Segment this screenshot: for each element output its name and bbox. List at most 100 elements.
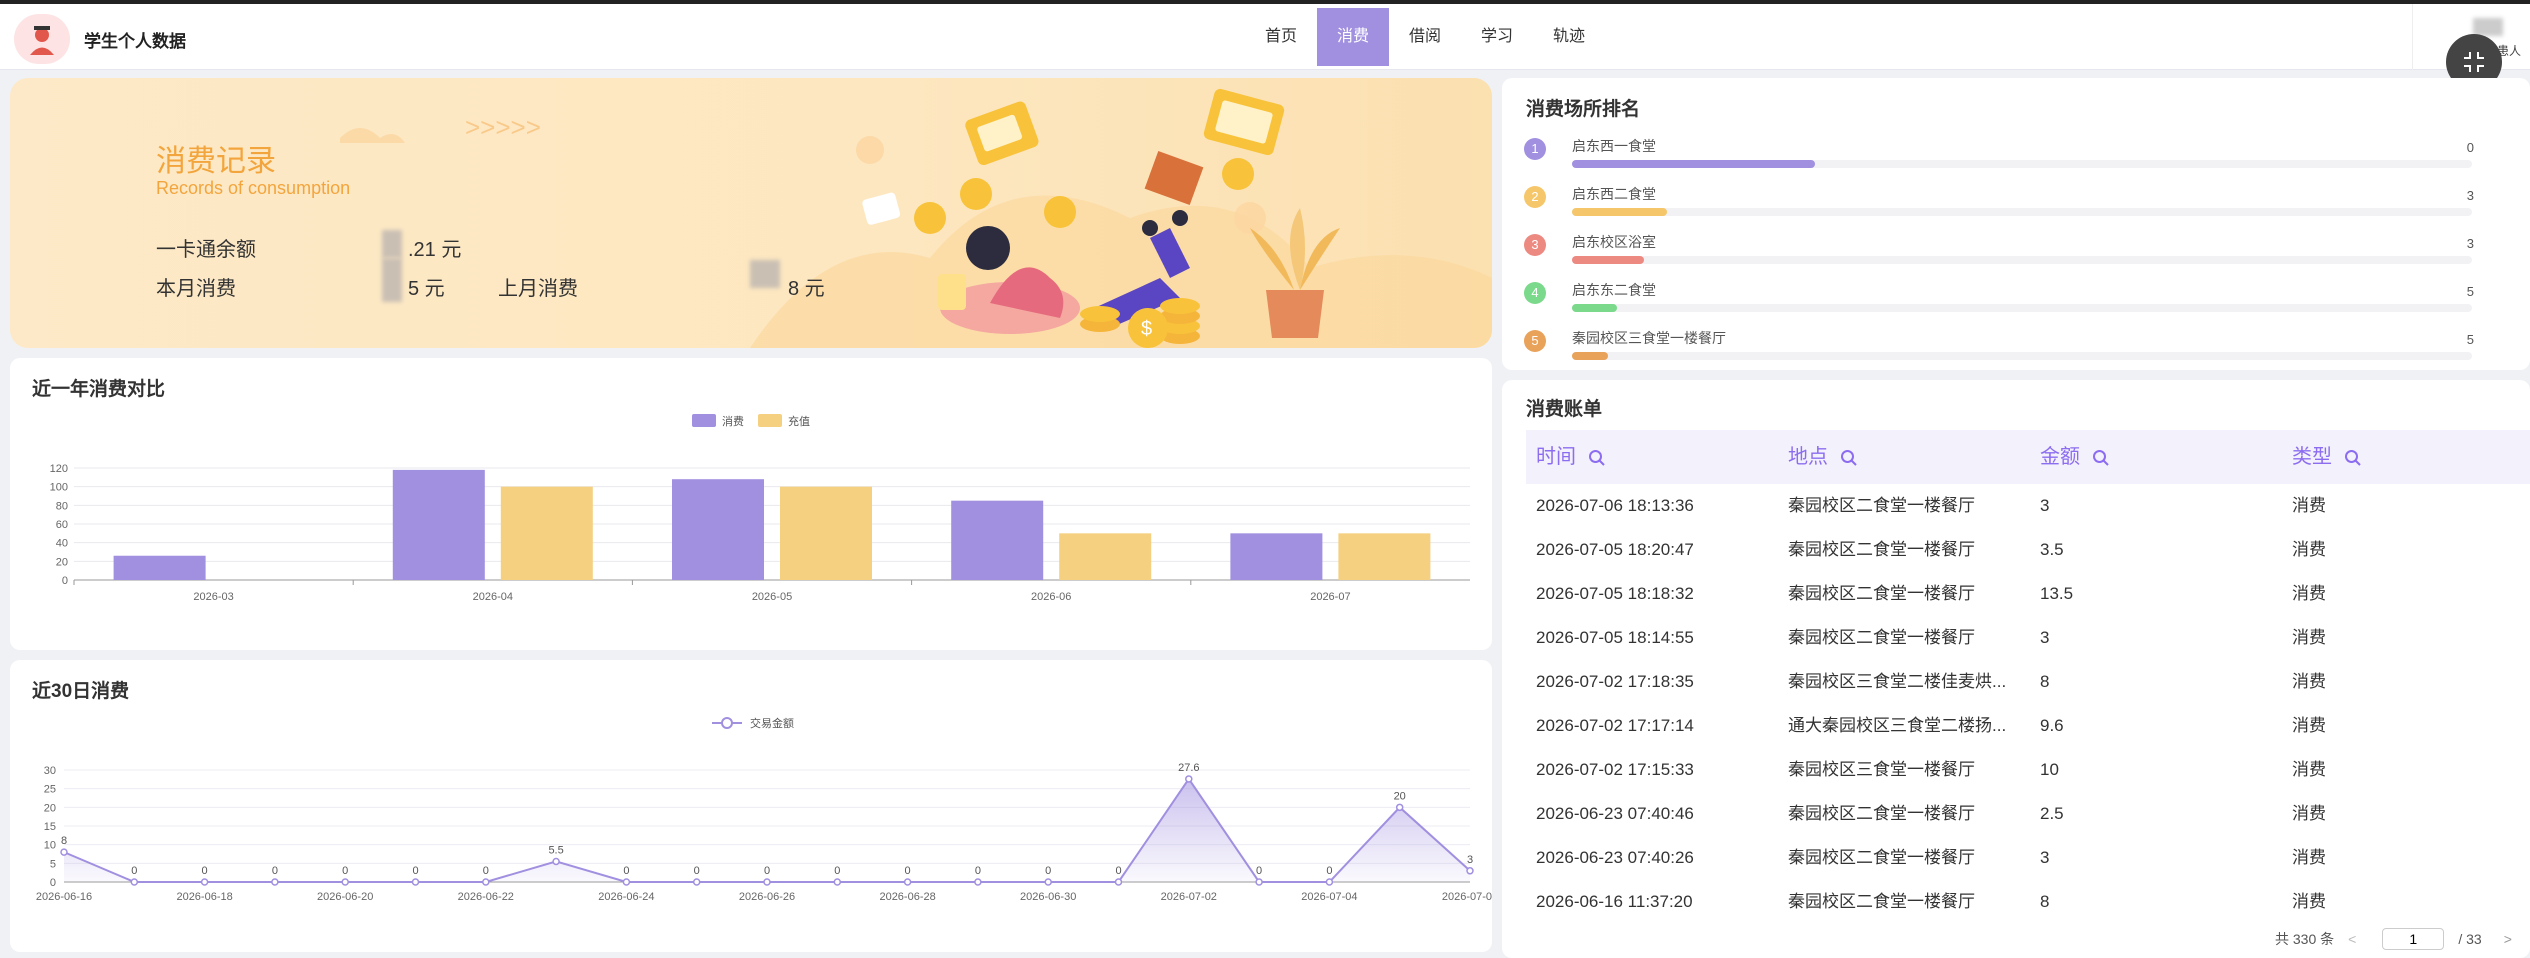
nav-item-2[interactable]: 借阅: [1389, 8, 1461, 66]
nav-item-4[interactable]: 轨迹: [1533, 8, 1605, 66]
data-point[interactable]: [341, 878, 349, 886]
data-point[interactable]: [200, 878, 209, 886]
table-row[interactable]: 2026-06-16 11:37:20 秦园校区二食堂一楼餐厅 8 消费: [1526, 880, 2526, 924]
column-header[interactable]: 金额: [2040, 430, 2110, 484]
column-label: 类型: [2292, 446, 2332, 468]
row-type: 消费: [2292, 848, 2326, 867]
data-point[interactable]: [60, 848, 68, 856]
y-tick-label: 120: [50, 463, 68, 475]
this-month-mask: [382, 258, 402, 302]
data-label: 3: [1467, 854, 1473, 866]
bar[interactable]: [1338, 533, 1431, 580]
main-nav: 首页 消费 借阅 学习 轨迹: [1245, 8, 1605, 66]
table-row[interactable]: 2026-07-05 18:14:55 秦园校区二食堂一楼餐厅 3 消费: [1526, 616, 2526, 660]
data-point[interactable]: [622, 878, 631, 886]
rank-number: 4: [1524, 282, 1546, 304]
rank-place-name: 启东东二食堂: [1572, 282, 1656, 298]
x-tick-label: 2026-06-30: [1020, 891, 1076, 903]
legend-swatch[interactable]: [758, 414, 782, 427]
data-point[interactable]: [411, 878, 420, 886]
bar[interactable]: [392, 469, 485, 580]
prev-page-icon[interactable]: <: [2348, 931, 2356, 947]
ranking-item: 4 启东东二食堂 5: [1502, 276, 2502, 324]
row-time: 2026-07-06 18:13:36: [1536, 496, 1694, 515]
table-row[interactable]: 2026-07-05 18:20:47 秦园校区二食堂一楼餐厅 3.5 消费: [1526, 528, 2526, 572]
nav-item-3[interactable]: 学习: [1461, 8, 1533, 66]
data-label: 0: [483, 865, 489, 877]
row-place: 秦园校区二食堂一楼餐厅: [1788, 892, 1975, 911]
bar[interactable]: [113, 555, 206, 580]
y-tick-label: 30: [44, 765, 56, 777]
brand[interactable]: 学生个人数据: [14, 14, 186, 64]
balance-value: .21 元: [408, 239, 462, 261]
row-place: 秦园校区三食堂二楼佳麦烘...: [1788, 672, 2007, 691]
table-row[interactable]: 2026-06-23 07:40:46 秦园校区二食堂一楼餐厅 2.5 消费: [1526, 792, 2526, 836]
nav-item-0[interactable]: 首页: [1245, 8, 1317, 66]
data-point[interactable]: [1466, 867, 1474, 875]
row-place: 秦园校区二食堂一楼餐厅: [1788, 584, 1975, 603]
rank-bar-track: [1572, 208, 2472, 216]
bar[interactable]: [1059, 533, 1152, 580]
nav-item-1[interactable]: 消费: [1317, 8, 1389, 66]
y-tick-label: 80: [56, 500, 68, 512]
rank-value: 5: [2466, 284, 2474, 299]
search-icon[interactable]: [1588, 449, 1606, 467]
data-label: 8: [61, 835, 67, 847]
column-header[interactable]: 时间: [1536, 430, 1606, 484]
row-type: 消费: [2292, 892, 2326, 911]
banner-title: 消费记录: [156, 145, 276, 178]
table-row[interactable]: 2026-07-02 17:18:35 秦园校区三食堂二楼佳麦烘... 8 消费: [1526, 660, 2526, 704]
data-point[interactable]: [482, 878, 490, 886]
column-header[interactable]: 地点: [1788, 430, 1858, 484]
data-point[interactable]: [1114, 878, 1123, 886]
data-label: 0: [202, 865, 208, 877]
data-point[interactable]: [974, 878, 982, 886]
bar[interactable]: [1230, 533, 1323, 580]
row-place: 秦园校区二食堂一楼餐厅: [1788, 496, 1975, 515]
table-row[interactable]: 2026-06-23 07:40:26 秦园校区二食堂一楼餐厅 3 消费: [1526, 836, 2526, 880]
bar[interactable]: [672, 479, 764, 580]
data-point[interactable]: [833, 878, 842, 886]
row-place: 秦园校区二食堂一楼餐厅: [1788, 540, 1975, 559]
bar[interactable]: [951, 500, 1044, 580]
legend-swatch[interactable]: [692, 414, 716, 427]
balance-label: 一卡通余额: [156, 239, 256, 261]
rank-number: 3: [1524, 234, 1546, 256]
table-row[interactable]: 2026-07-02 17:17:14 通大秦园校区三食堂二楼扬... 9.6 消费: [1526, 704, 2526, 748]
row-place: 秦园校区二食堂一楼餐厅: [1788, 804, 1975, 823]
search-icon[interactable]: [2344, 449, 2362, 467]
data-point[interactable]: [1255, 878, 1263, 886]
data-point[interactable]: [1325, 878, 1334, 886]
bar[interactable]: [780, 486, 872, 580]
data-point[interactable]: [763, 878, 771, 886]
table-row[interactable]: 2026-07-05 18:18:32 秦园校区二食堂一楼餐厅 13.5 消费: [1526, 572, 2526, 616]
table-row[interactable]: 2026-07-06 18:13:36 秦园校区二食堂一楼餐厅 3 消费: [1526, 484, 2526, 528]
data-point[interactable]: [1044, 878, 1052, 886]
next-page-icon[interactable]: >: [2504, 931, 2512, 947]
data-label: 0: [905, 865, 911, 877]
search-icon[interactable]: [2092, 449, 2110, 467]
ranking-item: 5 秦园校区三食堂一楼餐厅 5: [1502, 324, 2502, 372]
bar[interactable]: [500, 486, 593, 580]
search-icon[interactable]: [1840, 449, 1858, 467]
rank-number: 2: [1524, 186, 1546, 208]
legend-marker[interactable]: [721, 717, 733, 729]
row-amount: 13.5: [2040, 584, 2074, 603]
rank-bar-track: [1572, 160, 2472, 168]
data-point[interactable]: [552, 857, 560, 866]
row-place: 秦园校区二食堂一楼餐厅: [1788, 628, 1975, 647]
row-time: 2026-06-16 11:37:20: [1536, 892, 1693, 911]
data-point[interactable]: [903, 878, 912, 886]
row-amount: 9.6: [2040, 716, 2064, 735]
page-total: / 33: [2458, 931, 2482, 947]
data-point[interactable]: [692, 878, 701, 886]
data-point[interactable]: [1395, 803, 1404, 812]
data-point[interactable]: [271, 878, 279, 886]
data-point[interactable]: [1185, 775, 1193, 783]
column-header[interactable]: 类型: [2292, 430, 2362, 484]
top-header: 学生个人数据 首页消费借阅学习轨迹 协会患人: [0, 4, 2530, 70]
page-input[interactable]: [2382, 928, 2445, 950]
row-type: 消费: [2292, 716, 2326, 735]
table-row[interactable]: 2026-07-02 17:15:33 秦园校区三食堂一楼餐厅 10 消费: [1526, 748, 2526, 792]
data-point[interactable]: [130, 878, 139, 886]
